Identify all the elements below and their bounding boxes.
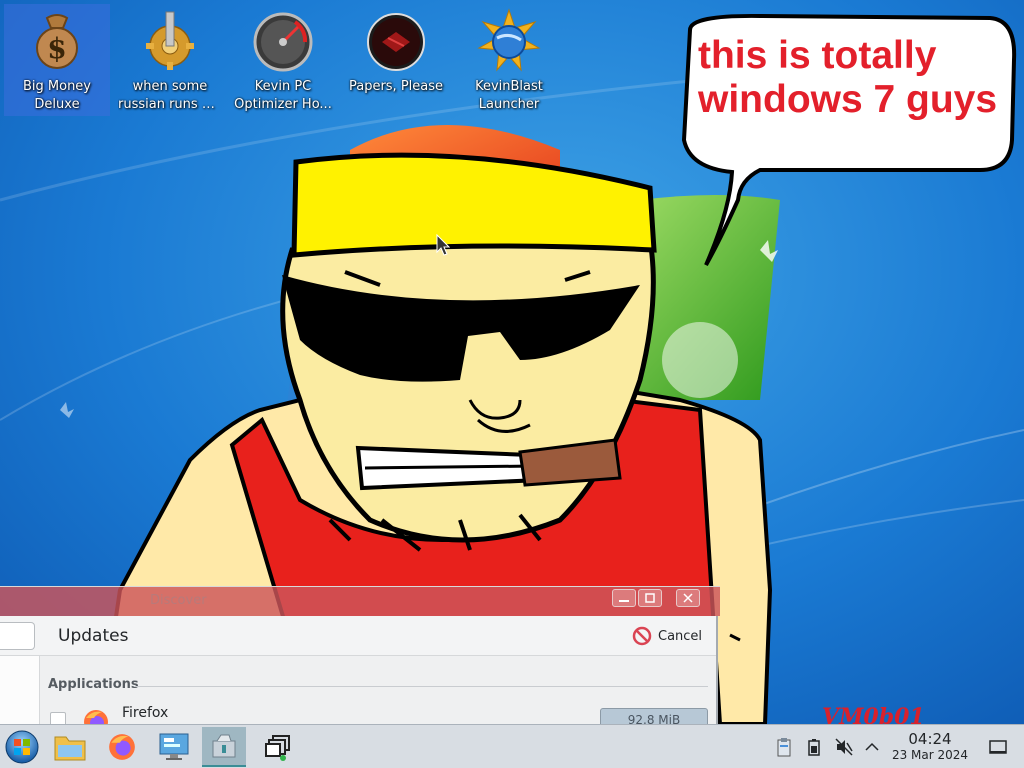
taskbar-firefox[interactable]: [100, 727, 144, 767]
clock-time[interactable]: 04:24: [898, 730, 962, 748]
app-name: Firefox: [122, 705, 169, 721]
speech-bubble-line-2: windows 7 guys: [698, 78, 998, 121]
desktop-icon-papers-please[interactable]: Papers, Please: [343, 4, 449, 116]
speech-bubble-text: this is totally windows 7 guys: [698, 34, 1008, 122]
desktop-icon-label-line2: Launcher: [478, 97, 540, 112]
windows-orb-icon: [5, 730, 39, 764]
desktop-icon-big-money-deluxe[interactable]: $ Big Money Deluxe: [4, 4, 110, 116]
window-title: Discover: [150, 593, 207, 608]
close-button[interactable]: [676, 589, 700, 607]
clock-date[interactable]: 23 Mar 2024: [888, 748, 972, 762]
window-titlebar[interactable]: Discover: [0, 586, 720, 616]
start-button[interactable]: [0, 727, 44, 767]
taskbar-file-manager[interactable]: [48, 727, 92, 767]
gear-icon: [146, 11, 194, 70]
desktop-icon-kevinblast-launcher[interactable]: KevinBlast Launcher: [456, 4, 562, 116]
folder-icon: [54, 736, 86, 761]
search-input[interactable]: [0, 622, 35, 650]
taskbar-control-panel[interactable]: [152, 727, 196, 767]
cancel-button[interactable]: Cancel: [632, 624, 702, 648]
money-bag-icon: $: [36, 14, 78, 69]
discover-app-icon: [212, 734, 236, 758]
window-body: Updates Cancel Applications Firefox 92.8…: [0, 616, 718, 734]
desktop-icon-label-line1: KevinBlast: [475, 79, 543, 94]
monitor-icon: [159, 733, 189, 760]
desktop-icon-label-line2: russian runs a...: [118, 97, 222, 112]
desktop-icon-russian-runs[interactable]: when some russian runs a...: [117, 4, 223, 116]
updates-header: Updates Cancel: [0, 616, 716, 656]
discover-window: Discover Updates Cancel Applications Fir…: [0, 586, 720, 734]
desktop-icon-label-line2: Deluxe: [34, 97, 80, 112]
firefox-icon: [109, 734, 135, 760]
taskbar-discover[interactable]: [202, 727, 246, 767]
maximize-icon: [645, 593, 655, 603]
window-switcher-icon: [265, 735, 290, 761]
globe-star-icon: [477, 8, 541, 72]
show-desktop-icon[interactable]: [988, 737, 1008, 757]
taskbar-virtual-desktops[interactable]: [256, 727, 300, 767]
chevron-up-icon[interactable]: [862, 737, 882, 757]
desktop-icon-label-line1: when some: [132, 79, 208, 94]
page-title: Updates: [58, 626, 129, 646]
maximize-button[interactable]: [638, 589, 662, 607]
cancel-icon: [632, 626, 652, 646]
desktop-icon-label-line1: Big Money: [22, 79, 91, 94]
papers-please-icon: [367, 13, 425, 71]
desktop-icon-label-line2: Optimizer Ho...: [234, 97, 332, 112]
section-label: Applications: [48, 677, 139, 692]
battery-icon[interactable]: [804, 737, 824, 757]
section-divider: [134, 686, 708, 687]
minimize-icon: [619, 600, 629, 602]
speedometer-icon: [253, 12, 313, 72]
mouse-cursor-icon: [436, 234, 450, 256]
volume-muted-icon[interactable]: [834, 737, 854, 757]
cancel-label: Cancel: [658, 628, 703, 644]
desktop-icon-kevin-pc-optimizer[interactable]: Kevin PC Optimizer Ho...: [230, 4, 336, 116]
svg-text:$: $: [47, 32, 66, 65]
clipboard-icon[interactable]: [774, 737, 794, 757]
sidebar: [0, 656, 40, 726]
close-icon: [683, 593, 693, 603]
taskbar: 04:24 23 Mar 2024: [0, 724, 1024, 768]
desktop-icon-label-line1: Kevin PC: [254, 79, 312, 94]
minimize-button[interactable]: [612, 589, 636, 607]
desktop-icon-label-line1: Papers, Please: [348, 79, 444, 94]
speech-bubble-line-1: this is totally: [698, 34, 937, 77]
